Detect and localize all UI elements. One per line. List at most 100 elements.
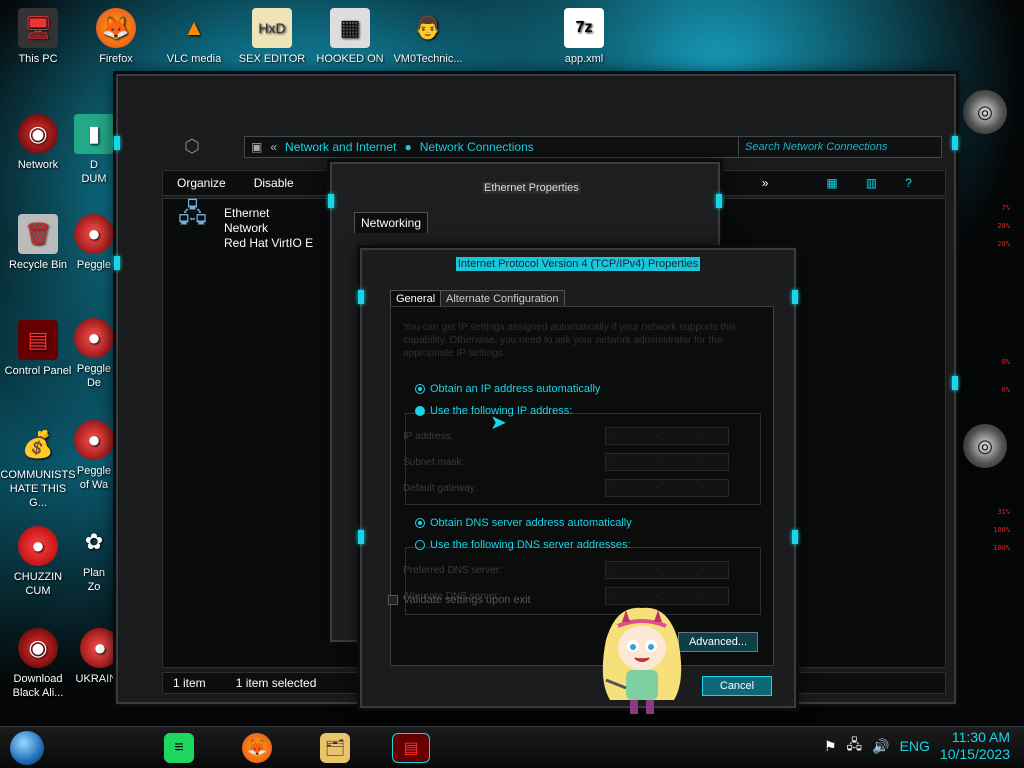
clock-time: 11:30 AM — [951, 729, 1010, 745]
back-forward-icon[interactable]: ⬡ — [174, 136, 210, 158]
radio-selected-icon — [415, 384, 425, 394]
chrome-accent — [792, 290, 798, 304]
ip-address-field[interactable]: . . . — [605, 427, 729, 445]
desktop-icon-vlc[interactable]: ▲ VLC media — [156, 8, 232, 66]
preferred-dns-label: Preferred DNS server: — [403, 565, 502, 576]
selected-count: 1 item selected — [235, 676, 317, 690]
gauge-value: 31% — [997, 508, 1010, 516]
intro-text: You can get IP settings assigned automat… — [403, 322, 736, 359]
obtain-ip-radio[interactable]: Obtain an IP address automatically — [415, 383, 600, 395]
chrome-accent — [716, 194, 722, 208]
gauge-value: 100% — [993, 526, 1010, 534]
desktop-icon-plants-zombies[interactable]: ✿ Plan Zo — [64, 522, 124, 594]
network-icon[interactable]: 🖧 — [847, 734, 863, 758]
7zip-icon: 7z — [564, 8, 604, 48]
gauge-value: 20% — [997, 222, 1010, 230]
breadcrumb-network-connections[interactable]: Network Connections — [420, 140, 534, 154]
desktop-icon-hooked-on[interactable]: ▦ HOOKED ON — [312, 8, 388, 66]
peggle-icon: ● — [74, 420, 114, 460]
volume-icon[interactable]: 🔊 — [872, 738, 889, 755]
control-panel-icon: ▤ — [18, 320, 58, 360]
chrome-accent — [114, 256, 120, 270]
cartoon-character-sticker — [602, 607, 682, 714]
language-indicator[interactable]: ENG — [900, 738, 930, 754]
default-gateway-label: Default gateway: — [403, 483, 478, 494]
organize-button[interactable]: Organize — [163, 176, 240, 190]
app-icon: ▮ — [74, 114, 114, 154]
chrome-accent — [792, 530, 798, 544]
subnet-mask-label: Subnet mask: — [403, 457, 465, 468]
clock[interactable]: 11:30 AM 10/15/2023 — [940, 729, 1010, 763]
money-bag-icon: 💰 — [21, 428, 55, 459]
start-button[interactable] — [10, 731, 44, 765]
spotify-icon[interactable]: ≡ — [164, 733, 194, 763]
window-title: Ethernet Properties — [482, 182, 581, 194]
computer-icon: 🖥 — [18, 8, 58, 48]
tab-alternate-configuration[interactable]: Alternate Configuration — [440, 290, 565, 307]
disable-button[interactable]: Disable — [240, 176, 308, 190]
chrome-accent — [358, 290, 364, 304]
desktop-icon-app-xml[interactable]: 7z app.xml — [546, 8, 622, 66]
ip-address-label: IP address: — [403, 431, 454, 442]
obtain-dns-radio[interactable]: Obtain DNS server address automatically — [415, 517, 632, 529]
ipv4-properties-dialog[interactable]: Internet Protocol Version 4 (TCP/IPv4) P… — [358, 248, 798, 708]
control-panel-taskbar-icon[interactable]: ▤ — [392, 733, 430, 763]
preview-pane-icon[interactable]: ▥ — [852, 176, 891, 190]
firefox-icon: 🦊 — [96, 8, 136, 48]
alien-network-icon: ◉ — [18, 114, 58, 154]
desktop-icon-vm0technic[interactable]: 👨 VM0Technic... — [390, 8, 466, 66]
preferred-dns-field[interactable]: . . . — [605, 561, 729, 579]
desktop-icon-download-black-alien[interactable]: ◉ Download Black Ali... — [0, 628, 76, 700]
ethernet-adapter-item[interactable]: 🖧 Ethernet Network Red Hat VirtIO E — [178, 198, 318, 256]
desktop-icon-peggle-nights[interactable]: ● Peggle of Wa — [64, 420, 124, 492]
view-options-icon[interactable]: ▦ — [812, 176, 851, 190]
maze-icon: ▦ — [330, 8, 370, 48]
advanced-button[interactable]: Advanced... — [678, 632, 758, 652]
address-bar[interactable]: ▣ « Network and Internet ● Network Conne… — [244, 136, 824, 158]
peggle-icon: ● — [74, 318, 114, 358]
adapter-device: Red Hat VirtIO E — [224, 236, 314, 250]
subnet-mask-field[interactable]: . . . — [605, 453, 729, 471]
tab-networking[interactable]: Networking — [354, 212, 429, 233]
adapter-status: Network — [224, 221, 269, 235]
desktop-icon-dumb[interactable]: ▮ D DUM — [64, 114, 124, 186]
alien-head-icon: ◎ — [963, 90, 1007, 134]
gauge-value: 100% — [993, 544, 1010, 552]
clock-date: 10/15/2023 — [939, 746, 1010, 762]
cancel-button[interactable]: Cancel — [702, 676, 772, 696]
network-adapter-icon: 🖧 — [178, 198, 207, 228]
validate-checkbox[interactable]: Validate settings upon exit — [388, 594, 531, 606]
breadcrumb-chevron-icon: « — [270, 140, 278, 154]
chrome-accent — [328, 194, 334, 208]
vlc-cone-icon: ▲ — [183, 15, 205, 40]
radio-icon — [415, 406, 425, 416]
use-static-dns-radio[interactable]: Use the following DNS server addresses: — [415, 539, 631, 551]
firefox-taskbar-icon[interactable]: 🦊 — [242, 733, 272, 763]
dialog-title: Internet Protocol Version 4 (TCP/IPv4) P… — [455, 257, 701, 271]
breadcrumb-network-and-internet[interactable]: Network and Internet — [285, 140, 396, 154]
item-count: 1 item — [173, 676, 206, 690]
tab-general[interactable]: General — [390, 290, 442, 307]
chrome-accent — [114, 136, 120, 150]
flag-icon[interactable]: ⚑ — [824, 738, 837, 755]
taskbar: ≡ 🦊 🗂 ▤ ⚑ 🖧 🔊 ENG 11:30 AM 10/15/2023 — [0, 726, 1024, 768]
desktop-icon-sex-editor[interactable]: HxD SEX EDITOR — [234, 8, 310, 66]
adapter-name: Ethernet — [224, 206, 270, 220]
desktop-icon-this-pc[interactable]: 🖥 This PC — [0, 8, 76, 66]
file-explorer-icon[interactable]: 🗂 — [320, 733, 350, 763]
desktop-icon-peggle-deluxe[interactable]: ● Peggle De — [64, 318, 124, 390]
recycle-bin-icon: 🗑 — [18, 214, 58, 254]
breadcrumb-separator-icon: ● — [404, 140, 412, 154]
peggle-icon: ● — [74, 214, 114, 254]
help-icon[interactable]: ? — [891, 176, 926, 190]
gauge-value: 0% — [1001, 386, 1010, 394]
gauge-dial-icon: ◎ — [963, 424, 1007, 468]
gauge-value: 7% — [1001, 204, 1010, 212]
default-gateway-field[interactable]: . . . — [605, 479, 729, 497]
search-input[interactable]: Search Network Connections — [738, 136, 942, 158]
desktop-icon-firefox[interactable]: 🦊 Firefox — [78, 8, 154, 66]
hxd-icon: HxD — [252, 8, 292, 48]
system-tray: ⚑ 🖧 🔊 ENG 11:30 AM 10/15/2023 — [824, 729, 1010, 763]
gauge-value: 28% — [997, 240, 1010, 248]
more-commands-button[interactable]: » — [748, 176, 783, 190]
